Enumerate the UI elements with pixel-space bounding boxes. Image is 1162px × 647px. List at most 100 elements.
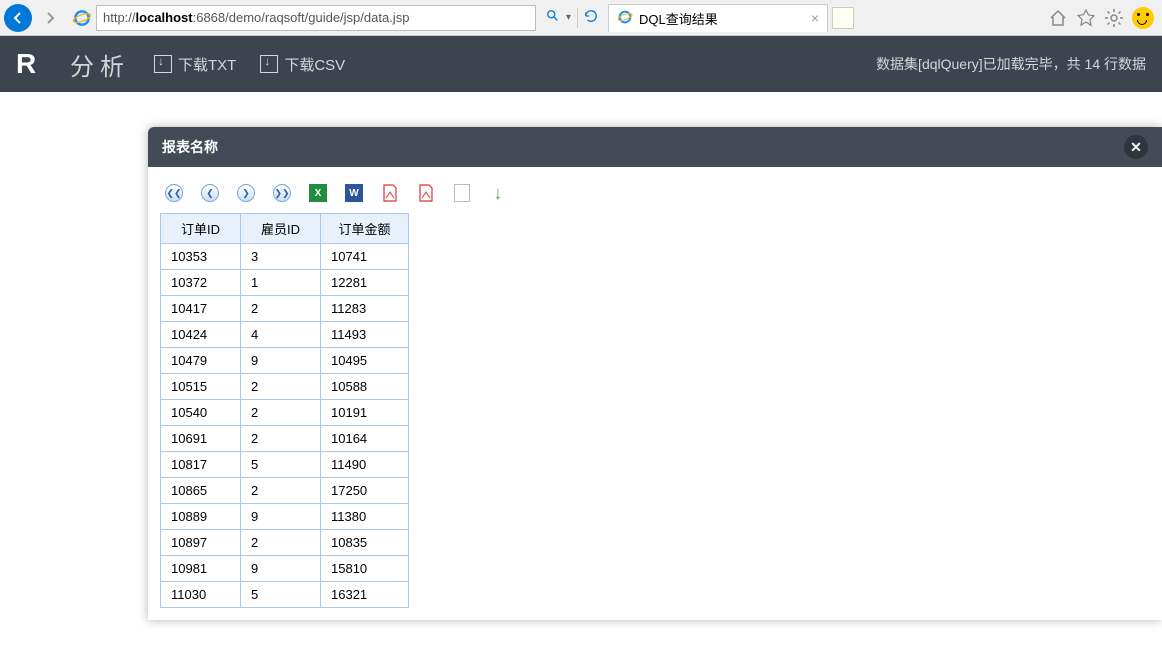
table-header: 雇员ID bbox=[241, 214, 321, 244]
table-header: 订单ID bbox=[161, 214, 241, 244]
app-header: R 分析 下载TXT 下载CSV 数据集[dqlQuery]已加载完毕，共 14… bbox=[0, 36, 1162, 92]
export-text-button[interactable] bbox=[452, 183, 472, 203]
table-row: 10889911380 bbox=[161, 504, 409, 530]
modal-title: 报表名称 bbox=[162, 137, 218, 157]
report-modal: 报表名称 ✕ ❮❮ ❮ ❯ ❯❯ X W ↓ 订单ID 雇员ID 订 bbox=[148, 127, 1162, 620]
table-cell: 16321 bbox=[321, 582, 409, 608]
table-row: 10897210835 bbox=[161, 530, 409, 556]
back-button[interactable] bbox=[4, 4, 32, 32]
new-tab-button[interactable] bbox=[832, 7, 854, 29]
table-row: 10417211283 bbox=[161, 296, 409, 322]
table-row: 11030516321 bbox=[161, 582, 409, 608]
download-txt-button[interactable]: 下载TXT bbox=[154, 54, 236, 75]
status-message: 数据集[dqlQuery]已加载完毕，共 14 行数据 bbox=[876, 54, 1146, 74]
last-page-button[interactable]: ❯❯ bbox=[272, 183, 292, 203]
url-host: localhost bbox=[136, 10, 193, 25]
home-icon[interactable] bbox=[1048, 8, 1068, 28]
download-icon bbox=[154, 55, 172, 73]
table-cell: 10424 bbox=[161, 322, 241, 348]
table-row: 10353310741 bbox=[161, 244, 409, 270]
table-row: 10865217250 bbox=[161, 478, 409, 504]
table-cell: 10588 bbox=[321, 374, 409, 400]
table-cell: 2 bbox=[241, 426, 321, 452]
table-cell: 1 bbox=[241, 270, 321, 296]
table-header-row: 订单ID 雇员ID 订单金额 bbox=[161, 214, 409, 244]
table-cell: 10372 bbox=[161, 270, 241, 296]
table-cell: 9 bbox=[241, 504, 321, 530]
modal-header: 报表名称 ✕ bbox=[148, 127, 1162, 167]
table-row: 10479910495 bbox=[161, 348, 409, 374]
close-tab-icon[interactable]: × bbox=[811, 10, 819, 26]
analyze-title: 分析 bbox=[70, 47, 130, 82]
prev-page-button[interactable]: ❮ bbox=[200, 183, 220, 203]
browser-controls bbox=[1048, 7, 1154, 29]
download-txt-label: 下载TXT bbox=[178, 54, 236, 75]
download-icon bbox=[260, 55, 278, 73]
download-arrow-button[interactable]: ↓ bbox=[488, 183, 508, 203]
table-cell: 10479 bbox=[161, 348, 241, 374]
table-row: 10981915810 bbox=[161, 556, 409, 582]
table-cell: 10835 bbox=[321, 530, 409, 556]
divider bbox=[577, 8, 578, 28]
feedback-icon[interactable] bbox=[1132, 7, 1154, 29]
next-page-button[interactable]: ❯ bbox=[236, 183, 256, 203]
table-cell: 10164 bbox=[321, 426, 409, 452]
download-csv-button[interactable]: 下载CSV bbox=[260, 54, 345, 75]
search-icon[interactable] bbox=[546, 9, 560, 26]
download-csv-label: 下载CSV bbox=[284, 54, 345, 75]
table-cell: 2 bbox=[241, 296, 321, 322]
report-toolbar: ❮❮ ❮ ❯ ❯❯ X W ↓ bbox=[160, 179, 1150, 213]
table-cell: 10191 bbox=[321, 400, 409, 426]
forward-button[interactable] bbox=[36, 4, 64, 32]
table-cell: 9 bbox=[241, 556, 321, 582]
table-cell: 11493 bbox=[321, 322, 409, 348]
favorites-icon[interactable] bbox=[1076, 8, 1096, 28]
table-cell: 11380 bbox=[321, 504, 409, 530]
table-cell: 10741 bbox=[321, 244, 409, 270]
table-row: 10424411493 bbox=[161, 322, 409, 348]
table-cell: 4 bbox=[241, 322, 321, 348]
table-cell: 17250 bbox=[321, 478, 409, 504]
table-cell: 2 bbox=[241, 530, 321, 556]
table-row: 10540210191 bbox=[161, 400, 409, 426]
table-cell: 11283 bbox=[321, 296, 409, 322]
app-logo: R bbox=[16, 48, 46, 80]
table-cell: 12281 bbox=[321, 270, 409, 296]
table-cell: 10515 bbox=[161, 374, 241, 400]
url-path: :6868/demo/raqsoft/guide/jsp/data.jsp bbox=[193, 10, 410, 25]
table-cell: 11030 bbox=[161, 582, 241, 608]
export-pdf2-button[interactable] bbox=[416, 183, 436, 203]
browser-tab[interactable]: DQL查询结果 × bbox=[608, 4, 828, 32]
table-cell: 9 bbox=[241, 348, 321, 374]
table-cell: 5 bbox=[241, 452, 321, 478]
dropdown-icon[interactable]: ▾ bbox=[566, 12, 571, 23]
modal-close-button[interactable]: ✕ bbox=[1124, 135, 1148, 159]
address-bar[interactable]: http://localhost:6868/demo/raqsoft/guide… bbox=[96, 5, 536, 31]
table-cell: 10817 bbox=[161, 452, 241, 478]
table-cell: 10897 bbox=[161, 530, 241, 556]
table-cell: 10417 bbox=[161, 296, 241, 322]
export-word-button[interactable]: W bbox=[344, 183, 364, 203]
settings-icon[interactable] bbox=[1104, 8, 1124, 28]
export-pdf-button[interactable] bbox=[380, 183, 400, 203]
table-cell: 5 bbox=[241, 582, 321, 608]
table-row: 10372112281 bbox=[161, 270, 409, 296]
first-page-button[interactable]: ❮❮ bbox=[164, 183, 184, 203]
export-excel-button[interactable]: X bbox=[308, 183, 328, 203]
table-cell: 10495 bbox=[321, 348, 409, 374]
browser-toolbar: http://localhost:6868/demo/raqsoft/guide… bbox=[0, 0, 1162, 36]
refresh-icon[interactable] bbox=[584, 9, 598, 26]
modal-body: ❮❮ ❮ ❯ ❯❯ X W ↓ 订单ID 雇员ID 订单金额 10 bbox=[148, 167, 1162, 620]
table-row: 10691210164 bbox=[161, 426, 409, 452]
table-header: 订单金额 bbox=[321, 214, 409, 244]
table-cell: 2 bbox=[241, 478, 321, 504]
address-controls: ▾ bbox=[540, 8, 604, 28]
data-table: 订单ID 雇员ID 订单金额 1035331074110372112281104… bbox=[160, 213, 409, 608]
table-cell: 10540 bbox=[161, 400, 241, 426]
table-row: 10817511490 bbox=[161, 452, 409, 478]
tab-strip: DQL查询结果 × bbox=[608, 4, 1044, 32]
table-cell: 2 bbox=[241, 400, 321, 426]
tab-title: DQL查询结果 bbox=[639, 9, 718, 28]
ie-icon bbox=[617, 9, 633, 28]
table-cell: 10889 bbox=[161, 504, 241, 530]
